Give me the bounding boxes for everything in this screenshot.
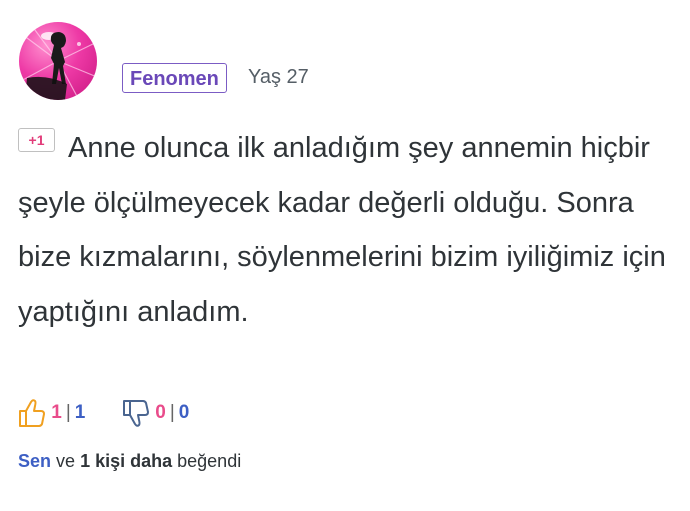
dislike-separator: | (169, 402, 175, 424)
user-age: Yaş 27 (248, 66, 309, 88)
dislike-count: 0 (155, 402, 166, 424)
avatar[interactable] (19, 22, 97, 100)
avatar-image (19, 22, 97, 100)
like-vote[interactable]: 1 | 1 (18, 398, 85, 428)
like-separator: | (65, 402, 71, 424)
comment-text: Anne olunca ilk anladığım şey annemin hi… (18, 121, 678, 339)
liked-by-suffix: beğendi (177, 451, 242, 471)
rank-badge: Fenomen (122, 63, 227, 93)
dislike-other-count: 0 (178, 402, 190, 424)
comment-body: Anne olunca ilk anladığım şey annemin hi… (18, 132, 666, 328)
like-other-count: 1 (74, 402, 86, 424)
like-count: 1 (51, 402, 62, 424)
thumbs-down-icon (123, 400, 149, 427)
thumbs-up-icon (19, 399, 45, 427)
liked-by-text[interactable]: Sen ve 1 kişi daha beğendi (18, 451, 241, 472)
liked-by-you: Sen (18, 451, 52, 471)
liked-by-others: 1 kişi daha (80, 451, 173, 471)
liked-by-and: ve (56, 451, 76, 471)
dislike-vote[interactable]: 0 | 0 (122, 398, 189, 428)
